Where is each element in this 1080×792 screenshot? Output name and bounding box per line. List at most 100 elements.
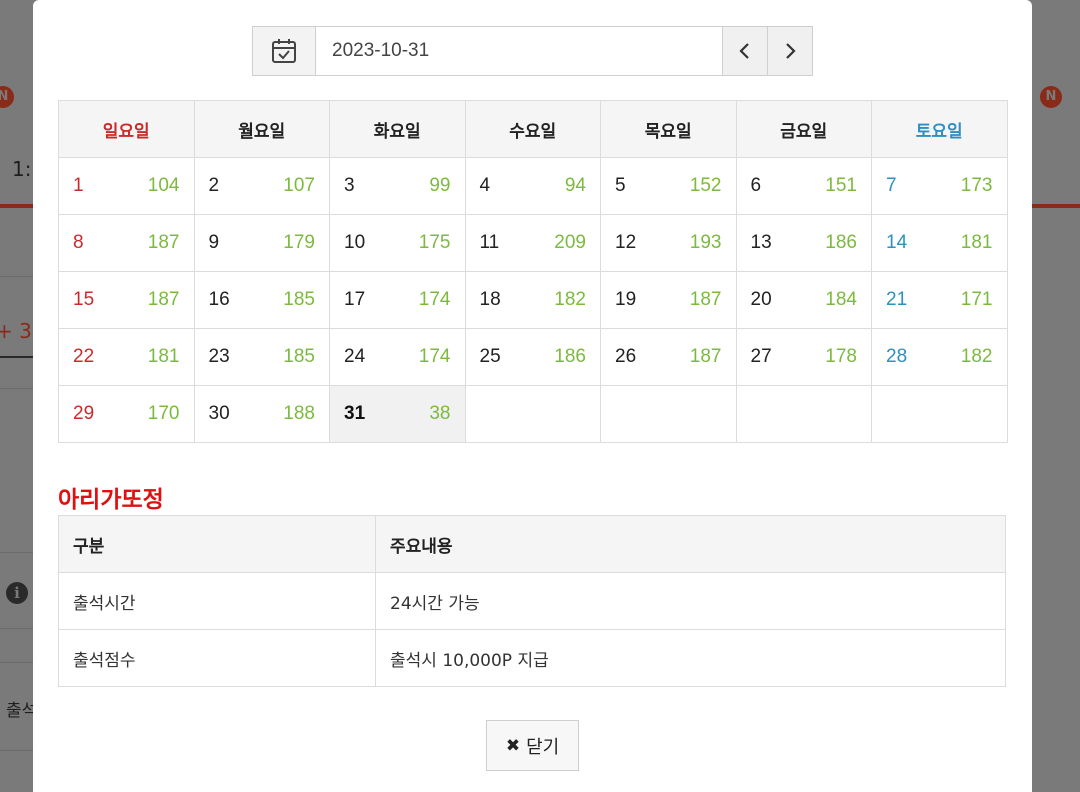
close-button[interactable]: ✖ 닫기 [486,720,579,771]
background-accent-bar [0,204,33,208]
calendar-button[interactable] [253,27,316,75]
info-header-row: 구분 주요내용 [58,515,1006,573]
background-divider [0,276,33,277]
attendance-count: 38 [429,403,451,424]
calendar-day-cell[interactable]: 3 99 [329,157,466,215]
day-number: 28 [886,346,908,367]
attendance-count: 187 [689,289,722,310]
day-number: 24 [344,346,366,367]
attendance-count: 107 [283,175,315,196]
attendance-count: 178 [825,346,857,367]
info-table: 구분 주요내용 출석시간 24시간 가능 출석점수 출석시 10,000P 지급 [58,515,1006,687]
calendar-day-cell[interactable]: 29 170 [58,385,195,443]
attendance-count: 184 [825,289,857,310]
day-number: 11 [479,232,500,253]
attendance-count: 187 [147,289,180,310]
calendar-week-row: 8 187 9 179 10 175 11 209 12 193 13 186 14 181 [58,214,1008,272]
attendance-count: 187 [689,346,722,367]
calendar-day-cell[interactable]: 4 94 [464,157,601,215]
attendance-count: 104 [147,175,180,196]
calendar-day-cell[interactable]: 19 187 [600,271,737,329]
calendar-check-icon [272,39,296,63]
day-number: 22 [73,346,95,367]
calendar-day-cell[interactable]: 20 184 [735,271,872,329]
background-divider [0,662,33,663]
attendance-count: 181 [147,346,180,367]
calendar-day-cell[interactable]: 17 174 [329,271,466,329]
attendance-count: 171 [960,289,993,310]
calendar-week-row: 29 170 30 188 31 38 [58,385,1008,443]
attendance-count: 173 [960,175,993,196]
date-input[interactable] [316,27,722,75]
day-number: 26 [615,346,637,367]
day-number: 25 [479,346,501,367]
chevron-left-icon [739,43,749,59]
calendar-day-cell[interactable]: 2 107 [193,157,330,215]
calendar-day-cell[interactable]: 13 186 [735,214,872,272]
calendar-day-cell[interactable]: 25 186 [464,328,601,386]
calendar-day-cell[interactable]: 14 181 [871,214,1008,272]
attendance-count: 174 [418,289,451,310]
day-number: 27 [750,346,772,367]
calendar-day-cell[interactable]: 22 181 [58,328,195,386]
calendar-empty-cell [871,385,1008,443]
prev-month-button[interactable] [722,27,767,75]
calendar-day-cell[interactable]: 21 171 [871,271,1008,329]
weekday-wednesday: 수요일 [464,100,601,158]
calendar-day-cell[interactable]: 23 185 [193,328,330,386]
info-header-category: 구분 [58,515,376,573]
calendar-day-cell[interactable]: 26 187 [600,328,737,386]
calendar-day-cell[interactable]: 15 187 [58,271,195,329]
table-row: 출석점수 출석시 10,000P 지급 [58,629,1006,687]
info-cell-label: 출석시간 [58,572,376,630]
calendar-day-cell[interactable]: 7 173 [871,157,1008,215]
day-number: 8 [73,232,84,253]
day-number: 21 [886,289,908,310]
weekday-tuesday: 화요일 [329,100,466,158]
day-number: 5 [615,175,626,196]
calendar-day-cell[interactable]: 31 38 [329,385,466,443]
calendar-day-cell[interactable]: 10 175 [329,214,466,272]
calendar-day-cell[interactable]: 12 193 [600,214,737,272]
attendance-count: 209 [554,232,586,253]
weekday-saturday: 토요일 [871,100,1008,158]
day-number: 6 [750,175,762,196]
calendar-empty-cell [464,385,601,443]
day-number: 29 [73,403,95,424]
next-month-button[interactable] [767,27,812,75]
info-icon: i [6,582,28,604]
attendance-count: 151 [825,175,857,196]
attendance-count: 94 [564,175,586,196]
calendar-day-cell[interactable]: 5 152 [600,157,737,215]
calendar-day-cell[interactable]: 6 151 [735,157,872,215]
day-number: 23 [208,346,230,367]
calendar-day-cell[interactable]: 9 179 [193,214,330,272]
day-number: 19 [615,289,637,310]
day-number: 2 [208,175,220,196]
calendar-day-cell[interactable]: 8 187 [58,214,195,272]
attendance-count: 182 [554,289,586,310]
attendance-count: 181 [960,232,993,253]
calendar-day-cell[interactable]: 28 182 [871,328,1008,386]
day-number: 13 [750,232,772,253]
calendar-day-cell[interactable]: 11 209 [464,214,601,272]
day-number: 1 [73,175,84,196]
attendance-calendar: 일요일 월요일 화요일 수요일 목요일 금요일 토요일 1 104 2 107 3 99 4… [58,100,1008,443]
weekday-sunday: 일요일 [58,100,195,158]
close-icon: ✖ [505,735,521,756]
attendance-count: 185 [283,346,315,367]
background-divider [0,388,33,389]
day-number: 15 [73,289,95,310]
calendar-day-cell[interactable]: 30 188 [193,385,330,443]
background-divider [0,356,33,358]
calendar-day-cell[interactable]: 16 185 [193,271,330,329]
new-badge-icon: N [0,86,14,108]
weekday-monday: 월요일 [193,100,330,158]
calendar-day-cell[interactable]: 18 182 [464,271,601,329]
attendance-count: 186 [554,346,586,367]
calendar-day-cell[interactable]: 24 174 [329,328,466,386]
calendar-day-cell[interactable]: 27 178 [735,328,872,386]
attendance-count: 152 [689,175,722,196]
weekday-header-row: 일요일 월요일 화요일 수요일 목요일 금요일 토요일 [58,100,1008,158]
calendar-day-cell[interactable]: 1 104 [58,157,195,215]
